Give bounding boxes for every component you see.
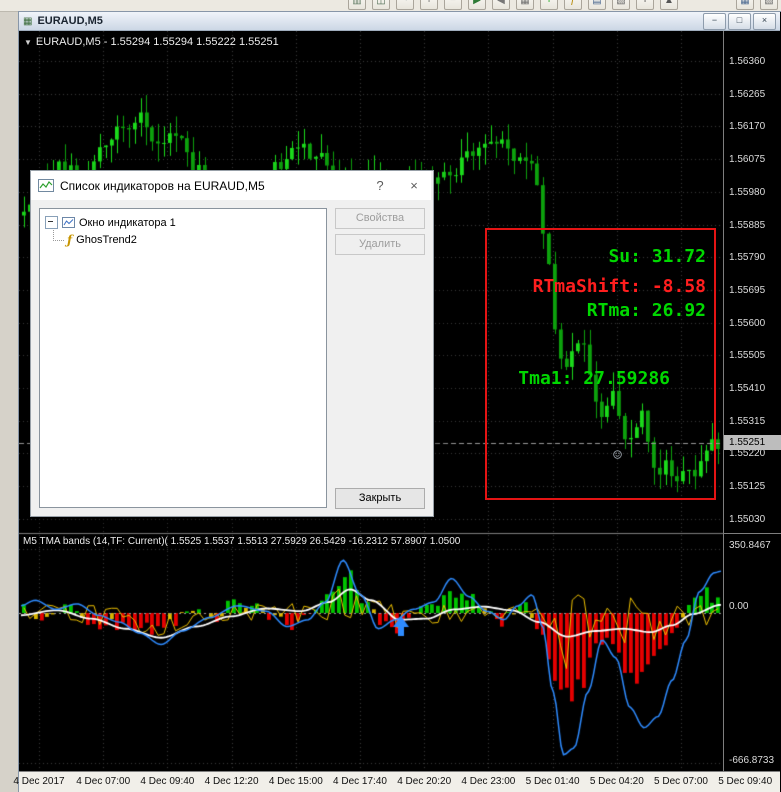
delete-button[interactable]: Удалить — [335, 234, 425, 255]
ohlc-text: EURAUD,M5 - 1.55294 1.55294 1.55222 1.55… — [35, 36, 279, 48]
price-axis-label: 1.55125 — [729, 481, 766, 493]
crosshair-icon[interactable]: + — [636, 0, 654, 10]
restore-button[interactable]: □ — [728, 12, 751, 30]
indicator-window-icon — [62, 217, 75, 228]
tree-item-ghostrend2[interactable]: ƒ GhosTrend2 — [40, 230, 326, 248]
price-axis-label: 1.56170 — [729, 121, 766, 133]
indicator-axis-label: 0.00 — [729, 601, 749, 612]
price-axis-label: 1.55030 — [729, 513, 766, 525]
time-axis-label: 4 Dec 2017 — [13, 776, 65, 787]
toolbar-icon-row: ▥ ◫ ~ + − ▶ ◀ ▦ + ƒ ▤ ▧ + ▲ — [348, 0, 678, 10]
tree-connector — [53, 230, 64, 241]
indicator-axis-label: -666.8733 — [729, 755, 775, 766]
quick-nav-triangle-icon[interactable]: ▼ — [24, 38, 32, 47]
tile-windows-icon[interactable]: ▦ — [736, 0, 754, 10]
time-axis-label: 5 Dec 01:40 — [525, 776, 580, 787]
price-axis-label: 1.56075 — [729, 154, 766, 166]
ohlc-bars-icon[interactable]: ▥ — [348, 0, 366, 10]
indicator-list-icon — [38, 179, 54, 192]
price-axis-label: 1.55980 — [729, 186, 766, 198]
price-axis-label: 1.55600 — [729, 317, 766, 329]
minimize-button[interactable]: − — [703, 12, 726, 30]
price-axis-label: 1.56265 — [729, 88, 766, 100]
time-axis-label: 5 Dec 04:20 — [589, 776, 644, 787]
properties-button[interactable]: Свойства — [335, 208, 425, 229]
line-chart-icon[interactable]: ~ — [396, 0, 414, 10]
auto-scroll-icon[interactable]: ▶ — [468, 0, 486, 10]
toolbar-icon-row-right: ▦ ▧ — [736, 0, 778, 10]
chart-shift-icon[interactable]: ◀ — [492, 0, 510, 10]
tree-item-indicator-window[interactable]: Окно индикатора 1 — [40, 214, 326, 231]
time-axis-label: 4 Dec 15:00 — [268, 776, 323, 787]
price-axis-label: 1.55790 — [729, 252, 766, 264]
price-axis-label: 1.55220 — [729, 448, 766, 460]
time-axis-label: 4 Dec 07:00 — [76, 776, 131, 787]
annotation-tma1: Tma1: 27.59286 — [518, 368, 670, 389]
dialog-title: Список индикаторов на EURAUD,M5 — [60, 178, 265, 193]
candlestick-icon[interactable]: ◫ — [372, 0, 390, 10]
time-axis: 4 Dec 2017 4 Dec 07:00 4 Dec 09:40 4 Dec 12… — [13, 771, 780, 792]
indicator-header: M5 TMA bands (14,TF: Current)( 1.5525 1.… — [23, 536, 461, 547]
time-axis-label: 4 Dec 12:20 — [204, 776, 259, 787]
indicator-axis-label: 350.8467 — [729, 540, 771, 551]
close-button[interactable]: × — [753, 12, 776, 30]
price-axis: 1.55251 1.56360 1.56265 1.56170 1.56075 1.55… — [723, 31, 781, 771]
tree-collapse-icon[interactable] — [45, 216, 58, 229]
chart-ohlc-header: ▼ EURAUD,M5 - 1.55294 1.55294 1.55222 1.5… — [24, 36, 279, 48]
annotation-su: Su: 31.72 — [608, 246, 706, 267]
smiley-icon: ☺ — [613, 446, 623, 464]
window-titlebar[interactable]: ▦ EURAUD,M5 − □ × — [19, 12, 780, 31]
chart-window-icon: ▦ — [23, 15, 33, 27]
price-axis-label: 1.55505 — [729, 350, 766, 362]
zoom-out-icon[interactable]: − — [444, 0, 462, 10]
time-axis-label: 4 Dec 23:00 — [461, 776, 516, 787]
indicator-list-dialog: Список индикаторов на EURAUD,M5 ? × Окно… — [30, 170, 434, 517]
close-dialog-button[interactable]: Закрыть — [335, 488, 425, 509]
price-axis-label: 1.55695 — [729, 284, 766, 296]
dialog-titlebar[interactable]: Список индикаторов на EURAUD,M5 ? × — [31, 171, 431, 200]
time-axis-label: 5 Dec 09:40 — [718, 776, 773, 787]
indicators-icon[interactable]: ƒ — [564, 0, 582, 10]
time-axis-label: 5 Dec 07:00 — [654, 776, 708, 787]
price-axis-label: 1.56360 — [729, 56, 766, 67]
periods-icon[interactable]: ▤ — [588, 0, 606, 10]
time-axis-label: 4 Dec 17:40 — [333, 776, 387, 787]
tree-item-label-root: Окно индикатора 1 — [79, 216, 176, 229]
annotation-rtmashift: RTmaShift: -8.58 — [532, 276, 706, 297]
cascade-windows-icon[interactable]: ▧ — [760, 0, 778, 10]
tree-item-label-child: GhosTrend2 — [76, 233, 137, 246]
desktop: ▥ ◫ ~ + − ▶ ◀ ▦ + ƒ ▤ ▧ + ▲ ▦ ▧ ▦ EURAUD,M5 − □ × ▼ EUR… — [0, 0, 781, 792]
cursor-icon[interactable]: ▲ — [660, 0, 678, 10]
grid-icon[interactable]: ▦ — [516, 0, 534, 10]
price-axis-label: 1.55885 — [729, 219, 766, 231]
indicator-tree[interactable]: Окно индикатора 1 ƒ GhosTrend2 — [39, 208, 327, 508]
window-title: EURAUD,M5 — [37, 15, 103, 27]
time-axis-label: 4 Dec 09:40 — [140, 776, 195, 787]
dialog-help-button[interactable]: ? — [363, 171, 397, 200]
dialog-close-icon[interactable]: × — [397, 171, 431, 200]
zoom-in-icon[interactable]: + — [420, 0, 438, 10]
current-price-tag: 1.55251 — [724, 435, 781, 450]
time-axis-label: 4 Dec 20:20 — [397, 776, 452, 787]
annotation-rtma: RTma: 26.92 — [586, 300, 706, 321]
price-axis-label: 1.55410 — [729, 383, 766, 394]
price-axis-label: 1.55315 — [729, 415, 766, 427]
pane-separator — [724, 533, 781, 534]
custom-indicator-icon: ƒ — [67, 232, 73, 247]
window-controls: − □ × — [703, 12, 776, 30]
new-order-icon[interactable]: + — [540, 0, 558, 10]
templates-icon[interactable]: ▧ — [612, 0, 630, 10]
annotation-box: Su: 31.72 RTmaShift: -8.58 RTma: 26.92 T… — [485, 228, 716, 500]
